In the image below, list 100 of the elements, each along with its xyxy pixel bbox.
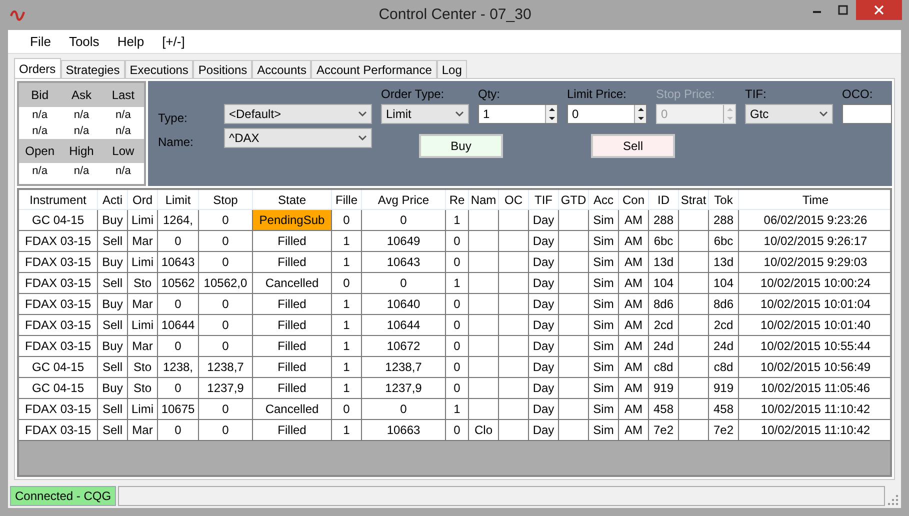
table-cell: Mar (128, 294, 158, 314)
table-cell: 10/02/2015 10:01:04 (739, 294, 890, 314)
table-cell: 10/02/2015 9:26:17 (739, 231, 890, 251)
table-cell: 0 (199, 252, 253, 272)
table-cell: Day (529, 399, 559, 419)
table-cell: 1237,9 (199, 378, 253, 398)
column-header[interactable]: Time (739, 190, 890, 209)
column-header[interactable]: TIF (529, 190, 559, 209)
quote-value: n/a (31, 164, 48, 179)
menu-item[interactable]: Help (109, 32, 152, 52)
input-field[interactable] (842, 104, 892, 124)
column-header[interactable]: Acti (98, 190, 128, 209)
column-header[interactable]: Limit (158, 190, 199, 209)
menu-item[interactable]: [+/-] (154, 32, 193, 52)
table-cell: FDAX 03-15 (19, 231, 98, 251)
table-cell: 0 (446, 336, 469, 356)
column-header[interactable]: Con (619, 190, 649, 209)
field-label: Limit Price: (567, 86, 628, 101)
tab[interactable]: Accounts (252, 60, 312, 78)
buy-button[interactable]: Buy (419, 134, 503, 158)
table-cell: 1 (332, 252, 362, 272)
field-label: TIF: (745, 86, 768, 101)
column-header[interactable]: Instrument (19, 190, 98, 209)
column-header[interactable]: Strat (679, 190, 709, 209)
table-cell: Filled (253, 294, 332, 314)
table-cell: 06/02/2015 9:23:26 (739, 210, 890, 230)
table-cell: 0 (158, 294, 199, 314)
column-header[interactable]: ID (649, 190, 679, 209)
table-cell: Day (529, 252, 559, 272)
column-header[interactable]: Re (446, 190, 469, 209)
menu-item[interactable]: Tools (60, 32, 108, 52)
column-header[interactable]: OC (499, 190, 529, 209)
column-header[interactable]: GTD (559, 190, 589, 209)
table-cell: 1 (332, 231, 362, 251)
table-cell: 0 (199, 315, 253, 335)
table-cell: 10/02/2015 9:29:03 (739, 252, 890, 272)
table-cell: Sell (98, 315, 128, 335)
table-cell: 24d (709, 336, 739, 356)
table-cell: 458 (649, 399, 679, 419)
column-header[interactable]: Ord (128, 190, 158, 209)
dropdown[interactable]: <Default> (224, 104, 372, 124)
sell-button[interactable]: Sell (591, 134, 675, 158)
field-label: Name: (158, 134, 194, 151)
column-header[interactable]: Avg Price (362, 190, 446, 209)
number-field[interactable]: 1 (478, 104, 558, 124)
spin-buttons[interactable] (634, 105, 646, 123)
table-cell: Day (529, 336, 559, 356)
table-cell: 6bc (649, 231, 679, 251)
table-cell: Mar (128, 420, 158, 440)
table-cell: Day (529, 378, 559, 398)
quote-value: n/a (31, 108, 48, 123)
column-header[interactable]: Stop (199, 190, 253, 209)
tab[interactable]: Orders (14, 58, 61, 78)
table-cell: 0 (158, 231, 199, 251)
table-cell: GC 04-15 (19, 357, 98, 377)
table-cell: Cancelled (253, 399, 332, 419)
dropdown[interactable]: ^DAX (224, 128, 372, 148)
table-cell: c8d (649, 357, 679, 377)
table-cell: 10672 (362, 336, 446, 356)
tab[interactable]: Executions (124, 60, 194, 78)
table-cell: FDAX 03-15 (19, 399, 98, 419)
caret-icon (358, 135, 367, 141)
table-cell: 10643 (158, 252, 199, 272)
column-header[interactable]: State (253, 190, 332, 209)
tab[interactable]: Account Performance (311, 60, 437, 78)
table-cell: Sto (128, 378, 158, 398)
dropdown[interactable]: Limit (381, 104, 469, 124)
table-cell: AM (619, 336, 649, 356)
table-cell: 7e2 (649, 420, 679, 440)
table-cell: 1 (332, 294, 362, 314)
table-cell: 1 (446, 273, 469, 293)
table-cell: Day (529, 294, 559, 314)
table-cell: Sto (128, 357, 158, 377)
table-cell: 0 (199, 231, 253, 251)
quote-value: n/a (114, 164, 132, 179)
table-cell: 0 (446, 252, 469, 272)
number-field[interactable]: 0 (567, 104, 647, 124)
quote-header: Open (24, 143, 56, 160)
table-cell: AM (619, 399, 649, 419)
table-cell: 10/02/2015 10:00:24 (739, 273, 890, 293)
table-cell: Mar (128, 231, 158, 251)
tab[interactable]: Positions (193, 60, 252, 78)
table-cell: 1238,7 (199, 357, 253, 377)
menu-item[interactable]: File (22, 32, 59, 52)
table-cell: AM (619, 273, 649, 293)
column-header[interactable]: Nam (469, 190, 499, 209)
tab[interactable]: Strategies (60, 60, 125, 78)
tab[interactable]: Log (436, 60, 467, 78)
column-header[interactable]: Acc (589, 190, 619, 209)
table-cell: 919 (709, 378, 739, 398)
table-cell: Sim (589, 252, 619, 272)
column-header[interactable]: Fille (332, 190, 362, 209)
table-cell: 104 (649, 273, 679, 293)
spin-buttons[interactable] (545, 105, 557, 123)
table-cell: PendingSub (253, 210, 332, 230)
dropdown[interactable]: Gtc (745, 104, 833, 124)
close-button[interactable] (856, 0, 902, 20)
table-cell: 10649 (362, 231, 446, 251)
table-cell: 0 (199, 399, 253, 419)
column-header[interactable]: Tok (709, 190, 739, 209)
